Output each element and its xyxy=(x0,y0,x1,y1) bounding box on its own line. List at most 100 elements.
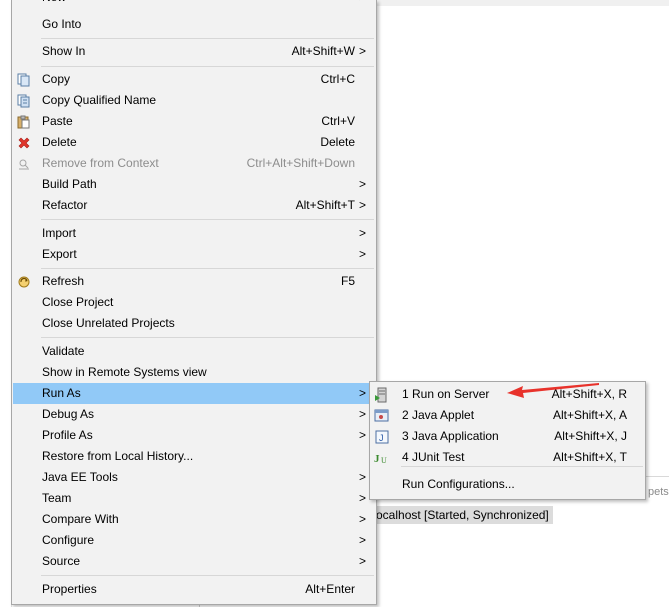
submenu-arrow-icon: > xyxy=(358,491,366,505)
menu-separator xyxy=(41,337,374,338)
submenu-arrow-icon: > xyxy=(358,226,366,240)
remove-from-context-icon xyxy=(16,156,32,172)
menu-item-label: Delete xyxy=(42,135,77,149)
menu-item-label: Validate xyxy=(42,344,85,358)
junit-icon: JU xyxy=(374,450,390,466)
menu-item-label: Restore from Local History... xyxy=(42,449,194,463)
svg-text:J: J xyxy=(374,453,380,465)
submenu-separator xyxy=(401,466,643,467)
menu-item-label: New xyxy=(42,0,66,8)
menu-item-refactor[interactable]: Refactor Alt+Shift+T > xyxy=(13,195,375,216)
menu-item-delete[interactable]: Delete Delete xyxy=(13,132,375,153)
menu-item-shortcut: Alt+Shift+W xyxy=(291,44,355,58)
menu-item-show-in[interactable]: Show In Alt+Shift+W > xyxy=(13,41,375,62)
menu-item-shortcut: Delete xyxy=(320,135,355,149)
menu-item-shortcut: Ctrl+C xyxy=(320,72,355,86)
menu-item-profile-as[interactable]: Profile As > xyxy=(13,425,375,446)
menu-item-run-as[interactable]: Run As > xyxy=(13,383,375,404)
svg-text:J: J xyxy=(379,433,384,443)
submenu-item-junit-test[interactable]: JU 4 JUnit Test Alt+Shift+X, T xyxy=(371,447,644,468)
menu-item-debug-as[interactable]: Debug As > xyxy=(13,404,375,425)
submenu-item-java-application[interactable]: J 3 Java Application Alt+Shift+X, J xyxy=(371,426,644,447)
menu-item-label: Build Path xyxy=(42,177,97,191)
menu-separator xyxy=(41,268,374,269)
menu-item-shortcut: Alt+Shift+T xyxy=(295,198,355,212)
menu-item-copy-qualified-name[interactable]: Copy Qualified Name xyxy=(13,90,375,111)
menu-separator xyxy=(41,219,374,220)
copy-icon xyxy=(16,72,32,88)
menu-item-configure[interactable]: Configure > xyxy=(13,530,375,551)
menu-item-restore-from-local-history[interactable]: Restore from Local History... xyxy=(13,446,375,467)
menu-item-label: Go Into xyxy=(42,17,82,31)
run-on-server-icon xyxy=(374,387,390,403)
submenu-arrow-icon: > xyxy=(358,554,366,568)
menu-item-show-in-remote-systems-view[interactable]: Show in Remote Systems view xyxy=(13,362,375,383)
menu-item-label: Paste xyxy=(42,114,73,128)
menu-item-label: Configure xyxy=(42,533,95,547)
menu-item-label: Show in Remote Systems view xyxy=(42,365,207,379)
menu-item-label: Compare With xyxy=(42,512,119,526)
menu-item-source[interactable]: Source > xyxy=(13,551,375,572)
menu-item-shortcut: Ctrl+Alt+Shift+Down xyxy=(246,156,355,170)
menu-item-build-path[interactable]: Build Path > xyxy=(13,174,375,195)
menu-item-export[interactable]: Export > xyxy=(13,244,375,265)
submenu-arrow-icon: > xyxy=(358,512,366,526)
menu-item-label: Run As xyxy=(42,386,81,400)
copy-qualified-name-icon xyxy=(16,93,32,109)
menu-item-label: Refactor xyxy=(42,198,88,212)
submenu-item-java-applet[interactable]: 2 Java Applet Alt+Shift+X, A xyxy=(371,405,644,426)
submenu-arrow-icon: > xyxy=(358,470,366,484)
submenu-arrow-icon: > xyxy=(358,428,366,442)
paste-icon xyxy=(16,114,32,130)
menu-item-label: Java EE Tools xyxy=(42,470,118,484)
menu-item-label: Properties xyxy=(42,582,97,596)
menu-item-import[interactable]: Import > xyxy=(13,223,375,244)
submenu-item-label: 4 JUnit Test xyxy=(402,450,465,464)
menu-item-label: Show In xyxy=(42,44,86,58)
java-application-icon: J xyxy=(374,429,390,445)
menu-item-validate[interactable]: Validate xyxy=(13,341,375,362)
submenu-item-label: 3 Java Application xyxy=(402,429,499,443)
submenu-item-shortcut: Alt+Shift+X, A xyxy=(552,408,627,422)
view-tab-fragment[interactable]: pets xyxy=(648,486,669,498)
submenu-item-label: 2 Java Applet xyxy=(402,408,475,422)
svg-text:U: U xyxy=(381,456,387,465)
menu-item-properties[interactable]: Properties Alt+Enter xyxy=(13,579,375,600)
menu-item-remove-from-context[interactable]: Remove from Context Ctrl+Alt+Shift+Down xyxy=(13,153,375,174)
submenu-item-label: 1 Run on Server xyxy=(402,387,490,401)
menu-item-close-unrelated-projects[interactable]: Close Unrelated Projects xyxy=(13,313,375,334)
menu-item-label: Close Project xyxy=(42,295,114,309)
submenu-item-run-configurations[interactable]: Run Configurations... xyxy=(371,474,644,495)
submenu-arrow-icon: > xyxy=(358,407,366,421)
submenu-arrow-icon: > xyxy=(358,386,366,400)
submenu-arrow-icon: > xyxy=(358,247,366,261)
menu-item-label: Source xyxy=(42,554,81,568)
menu-item-compare-with[interactable]: Compare With > xyxy=(13,509,375,530)
submenu-arrow-icon: > xyxy=(358,198,366,212)
menu-separator xyxy=(41,38,374,39)
menu-item-close-project[interactable]: Close Project xyxy=(13,292,375,313)
server-status-row[interactable]: ocalhost [Started, Synchronized] xyxy=(376,506,553,524)
menu-item-java-ee-tools[interactable]: Java EE Tools > xyxy=(13,467,375,488)
menu-item-label: Remove from Context xyxy=(42,156,159,170)
menu-item-label: Export xyxy=(42,247,77,261)
menu-item-label: Refresh xyxy=(42,274,85,288)
refresh-icon xyxy=(16,274,32,290)
menu-item-label: Import xyxy=(42,226,77,240)
context-menu: New > Go Into Show In Alt+Shift+W > Copy… xyxy=(11,0,377,605)
menu-item-new[interactable]: New > xyxy=(13,0,375,8)
menu-item-go-into[interactable]: Go Into xyxy=(13,14,375,35)
menu-item-refresh[interactable]: Refresh F5 xyxy=(13,271,375,292)
menu-item-label: Close Unrelated Projects xyxy=(42,316,175,330)
submenu-item-shortcut: Alt+Shift+X, T xyxy=(553,450,627,464)
delete-icon xyxy=(16,135,32,151)
annotation-arrow-icon xyxy=(507,383,599,398)
submenu-arrow-icon: > xyxy=(359,0,366,8)
submenu-arrow-icon: > xyxy=(358,533,366,547)
menu-item-copy[interactable]: Copy Ctrl+C xyxy=(13,69,375,90)
menu-item-shortcut: F5 xyxy=(340,274,355,288)
menu-item-team[interactable]: Team > xyxy=(13,488,375,509)
menu-separator xyxy=(41,575,374,576)
menu-item-paste[interactable]: Paste Ctrl+V xyxy=(13,111,375,132)
submenu-item-label: Run Configurations... xyxy=(402,477,515,491)
